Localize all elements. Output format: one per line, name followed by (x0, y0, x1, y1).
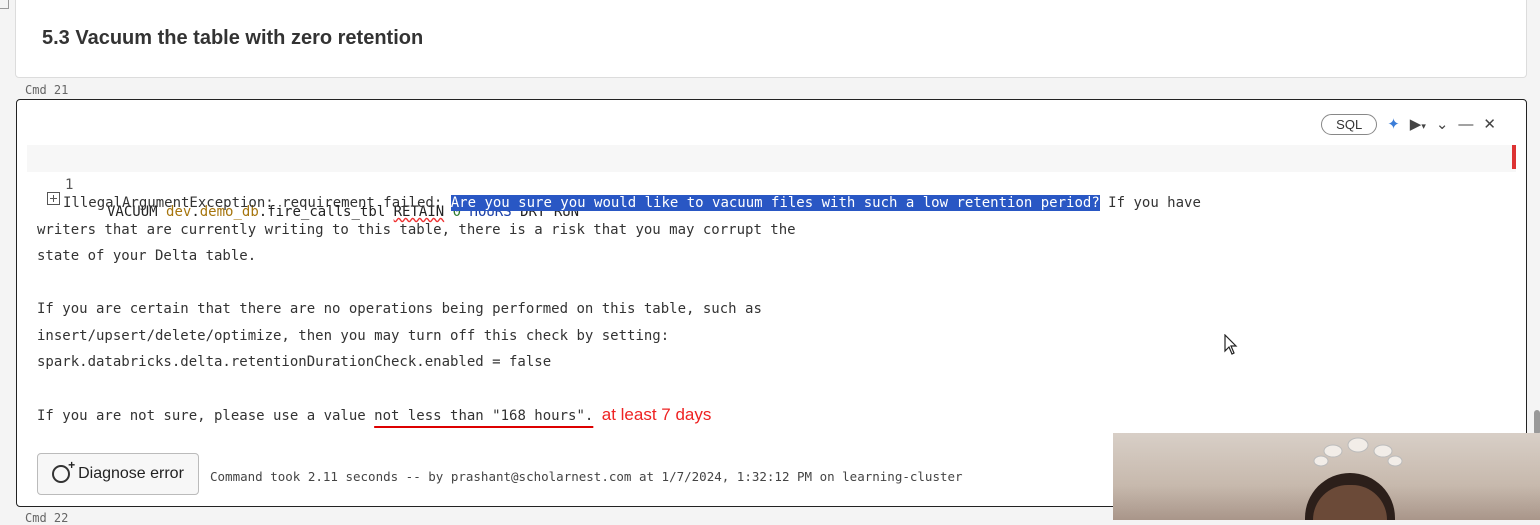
error-output: IllegalArgumentException: requirement fa… (37, 190, 1487, 430)
error-text: spark.databricks.delta.retentionDuration… (37, 354, 552, 370)
command-status: Command took 2.11 seconds -- by prashant… (210, 469, 963, 484)
close-icon[interactable]: ✕ (1483, 117, 1496, 132)
underlined-text: not less than "168 hours". (374, 408, 594, 424)
cmd-label: Cmd 21 (25, 83, 69, 97)
diagnose-label: Diagnose error (78, 465, 184, 482)
cmd-label-next: Cmd 22 (25, 511, 69, 525)
sidebar-edge (0, 0, 9, 9)
error-prefix: IllegalArgumentException: requirement fa… (63, 195, 451, 211)
language-selector[interactable]: SQL (1321, 114, 1378, 135)
error-text: If you are not sure, please use a value (37, 408, 375, 424)
markdown-cell[interactable]: 5.3 Vacuum the table with zero retention (15, 0, 1527, 78)
dropdown-icon[interactable]: ⌄ (1436, 117, 1449, 132)
error-text: state of your Delta table. (37, 248, 257, 264)
error-marker (1512, 145, 1516, 169)
code-editor-line[interactable]: 1 VACUUM dev.demo_db.fire_calls_tbl RETA… (27, 145, 1516, 220)
cell-toolbar: SQL ✦ ▶▾ ⌄ — ✕ (1321, 114, 1496, 135)
highlighted-text: Are you sure you would like to vacuum fi… (450, 195, 1100, 211)
scrollbar-thumb[interactable] (1534, 410, 1540, 435)
error-text: If you have (1099, 195, 1201, 211)
diagnose-error-button[interactable]: Diagnose error (37, 453, 199, 495)
mouse-cursor-icon (1224, 334, 1238, 355)
webcam-overlay (1113, 433, 1540, 520)
sparkle-icon[interactable]: ✦ (1387, 117, 1400, 132)
error-text: If you are certain that there are no ope… (37, 301, 762, 317)
section-heading: 5.3 Vacuum the table with zero retention (42, 27, 424, 49)
chandelier-image (1313, 437, 1403, 467)
collapse-icon[interactable]: — (1458, 117, 1473, 132)
run-icon[interactable]: ▶▾ (1410, 117, 1426, 132)
diagnose-icon (52, 458, 75, 483)
expand-icon[interactable] (47, 192, 60, 205)
error-text: writers that are currently writing to th… (37, 221, 796, 238)
annotation-text: at least 7 days (601, 405, 712, 424)
error-text: insert/upsert/delete/optimize, then you … (37, 327, 670, 344)
